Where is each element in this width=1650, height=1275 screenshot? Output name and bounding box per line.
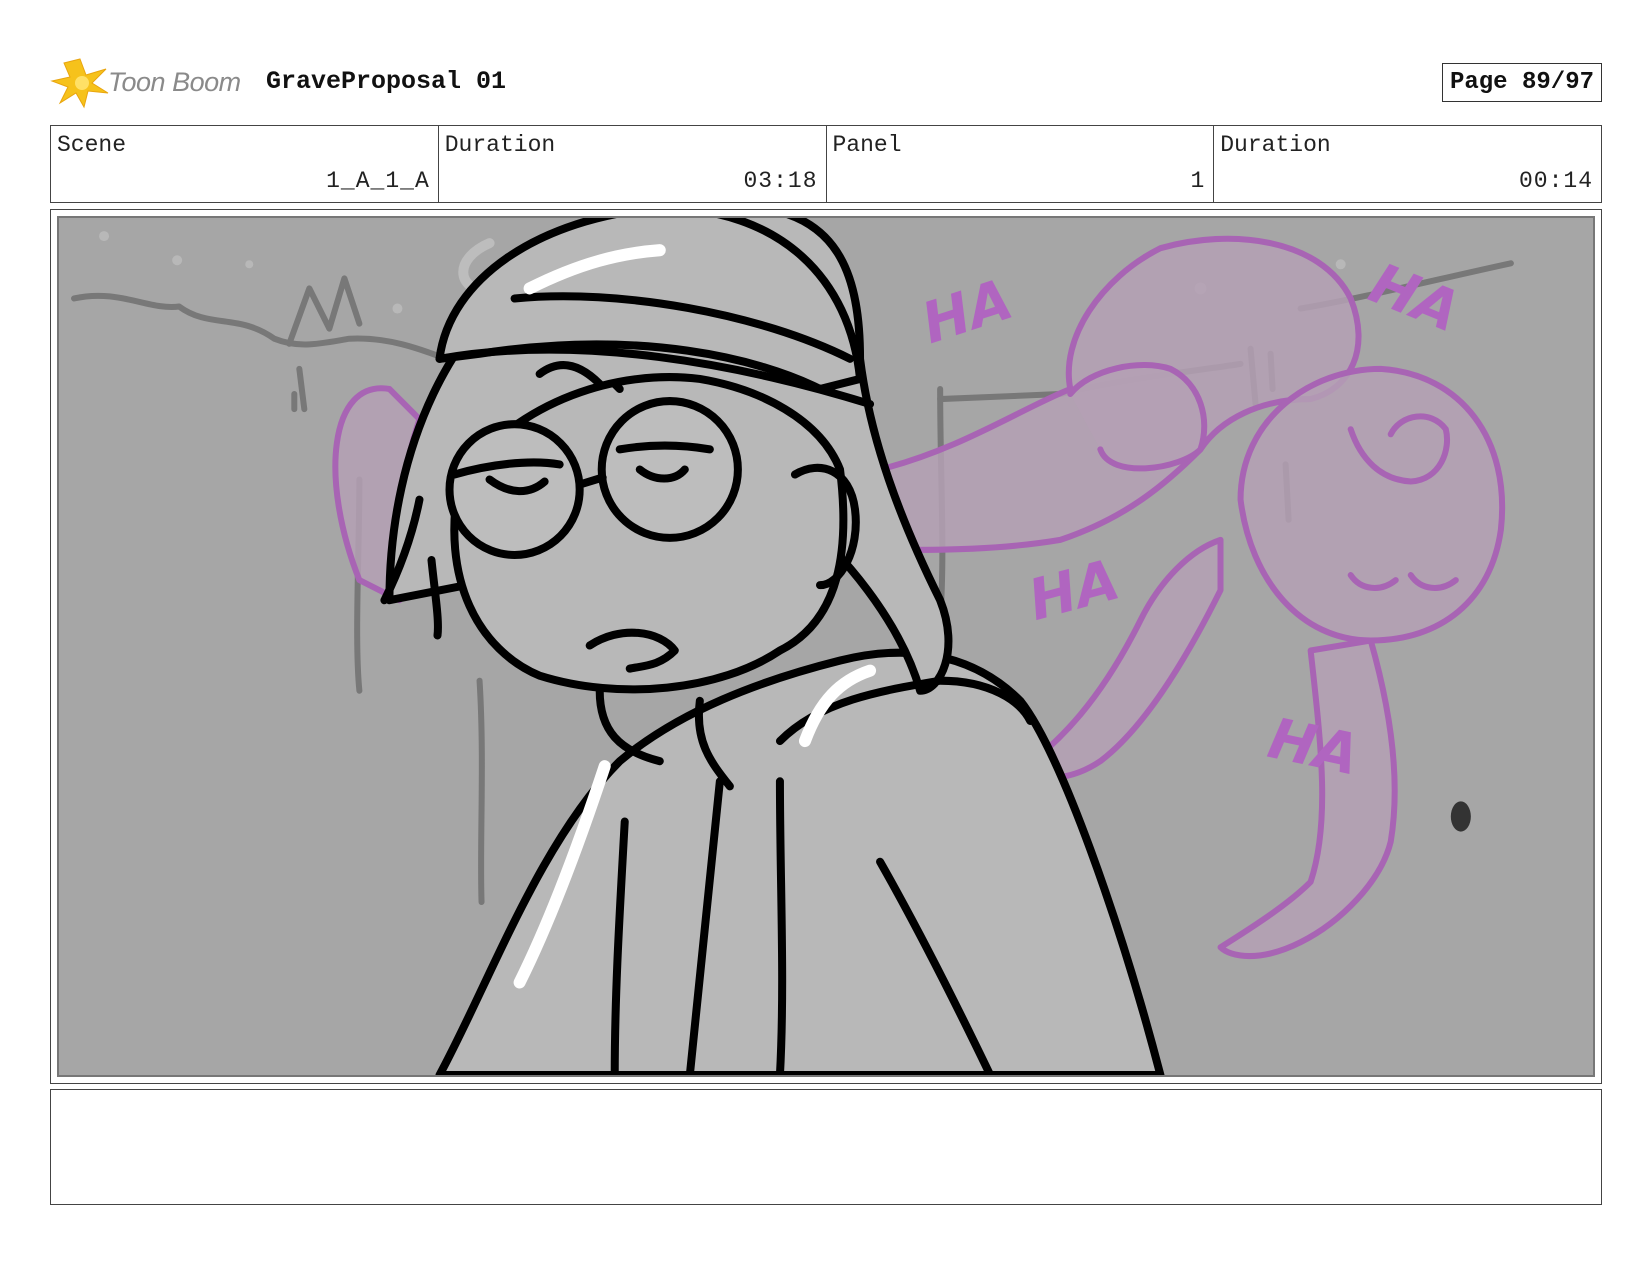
notes-box [50,1089,1602,1205]
storyboard-panel: HA HA HA HA [57,216,1595,1077]
scene-value: 1_A_1_A [326,168,430,194]
logo-text: Toon Boom [108,67,241,97]
scene-cell: Scene 1_A_1_A [51,126,439,202]
panel-duration-label: Duration [1220,132,1331,158]
panel-label: Panel [832,132,902,158]
scene-duration-value: 03:18 [743,168,818,194]
storyboard-panel-frame: HA HA HA HA [50,209,1602,1084]
panel-value: 1 [1190,168,1206,194]
toon-boom-logo: Toon Boom [50,57,250,109]
scene-info-table: Scene 1_A_1_A Duration 03:18 Panel 1 Dur… [50,125,1602,203]
page-header: Toon Boom GraveProposal 01 Page 89/97 [50,55,1602,111]
project-title: GraveProposal 01 [266,67,507,96]
starburst-icon [50,58,109,109]
scene-duration-label: Duration [444,132,556,158]
storyboard-sketch: HA HA HA HA [59,218,1593,1075]
panel-cell: Panel 1 [827,126,1215,202]
dark-dot [1450,801,1471,832]
scene-label: Scene [57,132,127,158]
panel-duration-value: 00:14 [1518,168,1593,194]
panel-duration-cell: Duration 00:14 [1214,126,1601,202]
page-indicator: Page 89/97 [1441,63,1602,102]
scene-duration-cell: Duration 03:18 [439,126,827,202]
